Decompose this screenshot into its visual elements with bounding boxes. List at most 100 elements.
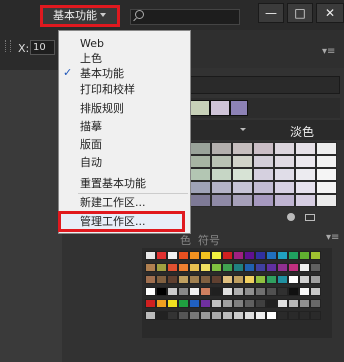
swatch-cell[interactable] bbox=[211, 311, 222, 320]
search-input[interactable] bbox=[130, 9, 240, 25]
swatch-cell[interactable] bbox=[244, 251, 255, 260]
color-guide-cell[interactable] bbox=[295, 194, 316, 207]
swatch-cell[interactable] bbox=[266, 251, 277, 260]
swatch-cell[interactable] bbox=[288, 287, 299, 296]
swatch-cell[interactable] bbox=[233, 275, 244, 284]
color-guide-cell[interactable] bbox=[190, 181, 211, 194]
swatch-cell[interactable] bbox=[299, 251, 310, 260]
swatch-cell[interactable] bbox=[266, 275, 277, 284]
color-guide-cell[interactable] bbox=[316, 168, 337, 181]
swatch-cell[interactable] bbox=[200, 299, 211, 308]
swatch-cell[interactable] bbox=[255, 251, 266, 260]
swatch-cell[interactable] bbox=[277, 251, 288, 260]
swatch[interactable] bbox=[190, 100, 210, 116]
swatch-cell[interactable] bbox=[189, 299, 200, 308]
swatch-cell[interactable] bbox=[189, 287, 200, 296]
swatch-cell[interactable] bbox=[310, 287, 321, 296]
swatch-cell[interactable] bbox=[299, 311, 310, 320]
swatch-cell[interactable] bbox=[244, 287, 255, 296]
swatch-cell[interactable] bbox=[178, 299, 189, 308]
swatch-cell[interactable] bbox=[145, 251, 156, 260]
swatch-cell[interactable] bbox=[167, 299, 178, 308]
swatch-cell[interactable] bbox=[244, 299, 255, 308]
swatch-cell[interactable] bbox=[222, 251, 233, 260]
x-field[interactable]: 10 bbox=[30, 40, 55, 55]
swatch-cell[interactable] bbox=[233, 251, 244, 260]
menu-item-essentials[interactable]: 基本功能 bbox=[80, 66, 188, 82]
color-guide-cell[interactable] bbox=[274, 194, 295, 207]
swatch-cell[interactable] bbox=[222, 263, 233, 272]
minimize-button[interactable]: — bbox=[258, 3, 284, 23]
swatch-cell[interactable] bbox=[244, 263, 255, 272]
color-guide-cell[interactable] bbox=[211, 194, 232, 207]
swatch-cell[interactable] bbox=[255, 311, 266, 320]
swatch-cell[interactable] bbox=[211, 299, 222, 308]
swatch[interactable] bbox=[230, 100, 248, 116]
color-guide-cell[interactable] bbox=[295, 181, 316, 194]
panel-menu-icon[interactable]: ▾≡ bbox=[326, 232, 339, 243]
color-guide-cell[interactable] bbox=[232, 168, 253, 181]
color-guide-cell[interactable] bbox=[274, 168, 295, 181]
color-guide-cell[interactable] bbox=[295, 155, 316, 168]
swatch-cell[interactable] bbox=[310, 299, 321, 308]
swatch-cell[interactable] bbox=[299, 263, 310, 272]
swatch-cell[interactable] bbox=[178, 251, 189, 260]
tab-swatches-fragment[interactable]: 色 bbox=[180, 232, 191, 248]
color-guide-cell[interactable] bbox=[232, 181, 253, 194]
swatch-cell[interactable] bbox=[288, 299, 299, 308]
swatch-cell[interactable] bbox=[310, 275, 321, 284]
maximize-button[interactable]: □ bbox=[287, 3, 313, 23]
color-guide-cell[interactable] bbox=[190, 194, 211, 207]
swatch-cell[interactable] bbox=[310, 311, 321, 320]
swatch-cell[interactable] bbox=[211, 287, 222, 296]
swatch-cell[interactable] bbox=[233, 263, 244, 272]
color-guide-cell[interactable] bbox=[190, 142, 211, 155]
workspace-switcher-button[interactable]: 基本功能 bbox=[40, 5, 120, 27]
swatch-cell[interactable] bbox=[178, 275, 189, 284]
swatch-cell[interactable] bbox=[167, 251, 178, 260]
swatch-cell[interactable] bbox=[200, 275, 211, 284]
swatch-cell[interactable] bbox=[255, 287, 266, 296]
swatch-cell[interactable] bbox=[156, 275, 167, 284]
chevron-down-icon[interactable] bbox=[240, 128, 246, 131]
swatch-cell[interactable] bbox=[145, 287, 156, 296]
swatch-cell[interactable] bbox=[222, 299, 233, 308]
swatch-cell[interactable] bbox=[288, 251, 299, 260]
color-guide-cell[interactable] bbox=[253, 142, 274, 155]
swatch-cell[interactable] bbox=[310, 251, 321, 260]
swatch-cell[interactable] bbox=[233, 287, 244, 296]
color-guide-cell[interactable] bbox=[274, 142, 295, 155]
color-guide-cell[interactable] bbox=[232, 155, 253, 168]
swatch-cell[interactable] bbox=[255, 275, 266, 284]
swatch-cell[interactable] bbox=[266, 311, 277, 320]
color-guide-cell[interactable] bbox=[253, 168, 274, 181]
swatch-cell[interactable] bbox=[211, 263, 222, 272]
swatch-cell[interactable] bbox=[156, 311, 167, 320]
swatch-cell[interactable] bbox=[255, 299, 266, 308]
swatch-cell[interactable] bbox=[277, 299, 288, 308]
color-guide-cell[interactable] bbox=[295, 168, 316, 181]
swatch-cell[interactable] bbox=[200, 287, 211, 296]
swatch-cell[interactable] bbox=[310, 263, 321, 272]
swatch-cell[interactable] bbox=[244, 311, 255, 320]
swatch-cell[interactable] bbox=[277, 311, 288, 320]
swatch-cell[interactable] bbox=[233, 311, 244, 320]
swatch-cell[interactable] bbox=[288, 263, 299, 272]
color-guide-cell[interactable] bbox=[316, 142, 337, 155]
color-guide-cell[interactable] bbox=[190, 155, 211, 168]
swatch-cell[interactable] bbox=[288, 311, 299, 320]
color-guide-cell[interactable] bbox=[232, 142, 253, 155]
grip-handle-icon[interactable] bbox=[5, 40, 11, 52]
swatch-cell[interactable] bbox=[156, 251, 167, 260]
color-guide-cell[interactable] bbox=[316, 181, 337, 194]
swatch-cell[interactable] bbox=[200, 263, 211, 272]
swatch-cell[interactable] bbox=[167, 287, 178, 296]
swatch-cell[interactable] bbox=[299, 275, 310, 284]
menu-item-automation[interactable]: 自动 bbox=[80, 155, 188, 171]
swatch-cell[interactable] bbox=[222, 275, 233, 284]
swatch-cell[interactable] bbox=[145, 263, 156, 272]
menu-item-layout[interactable]: 版面 bbox=[80, 137, 188, 153]
swatch-cell[interactable] bbox=[277, 263, 288, 272]
color-guide-cell[interactable] bbox=[253, 194, 274, 207]
swatch-cell[interactable] bbox=[200, 311, 211, 320]
